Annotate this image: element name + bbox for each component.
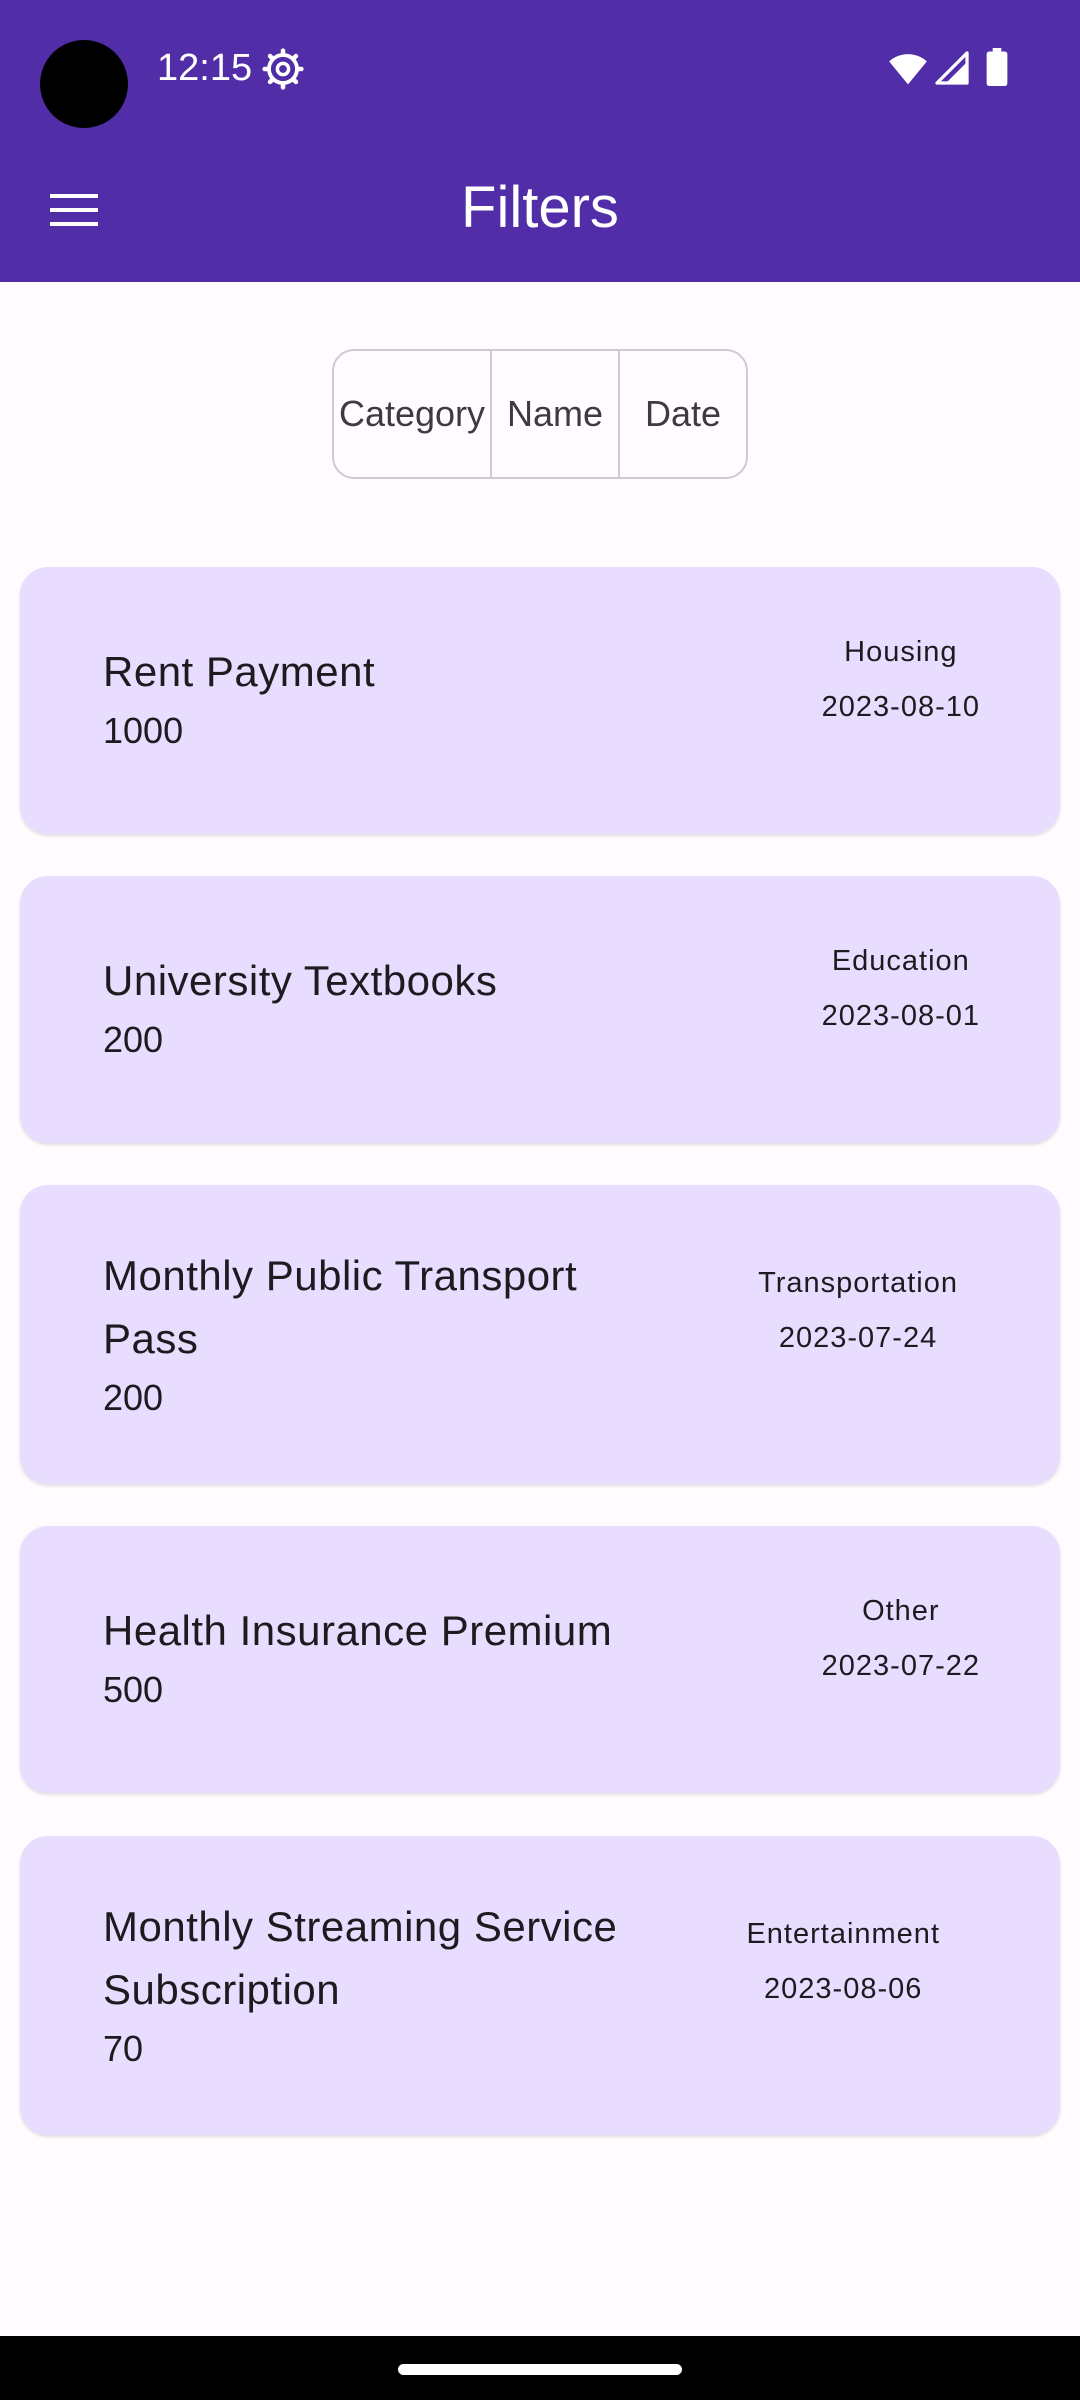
expense-category: Housing [844,636,958,668]
expense-name: Monthly Public Transport Pass [103,1252,578,1362]
expense-name: Health Insurance Premium [103,1607,613,1654]
battery-icon [986,48,1008,86]
expense-name: Monthly Streaming Service Subscription [103,1903,618,2013]
sort-segmented-control: Category Name Date [332,349,748,479]
expense-amount: 70 [103,2028,144,2069]
signal-icon [935,51,969,85]
expense-date: 2023-07-24 [778,1322,938,1354]
page-title: Filters [461,175,619,240]
expense-amount: 500 [103,1669,164,1710]
expense-date: 2023-08-10 [821,691,980,723]
status-time: 12:15 [157,47,253,89]
expense-amount: 200 [103,1377,164,1418]
expense-card[interactable]: Monthly Streaming Service Subscription 7… [20,1836,1060,2135]
expense-date: 2023-08-06 [764,1973,923,2005]
expense-meta: Transportation 2023-07-24 [758,1256,958,1366]
expense-meta: Housing 2023-08-10 [822,625,980,735]
camera-cutout [40,40,128,128]
app-bar: 12:15 Filters [0,0,1080,282]
expense-name: University Textbooks [103,957,498,1004]
gear-icon [262,48,304,90]
home-gesture-handle[interactable] [398,2364,682,2375]
sort-by-name-button[interactable]: Name [490,351,618,477]
expense-date: 2023-07-22 [821,1650,980,1682]
expense-card[interactable]: Health Insurance Premium 500 Other 2023-… [20,1526,1060,1793]
expense-category: Education [831,945,970,977]
sort-by-category-button[interactable]: Category [334,351,490,477]
wifi-icon [889,54,927,85]
expense-meta: Education 2023-08-01 [822,934,980,1044]
status-bar: 12:15 [0,0,1080,136]
sort-by-date-button[interactable]: Date [618,351,746,477]
expense-category: Other [862,1595,940,1627]
expense-meta: Other 2023-07-22 [822,1584,980,1694]
expense-card[interactable]: Monthly Public Transport Pass 200 Transp… [20,1185,1060,1484]
expense-name: Rent Payment [103,648,376,695]
expense-amount: 200 [103,1019,164,1060]
expense-date: 2023-08-01 [821,1000,980,1032]
expense-meta: Entertainment 2023-08-06 [746,1907,940,2017]
expense-amount: 1000 [103,710,184,751]
expense-card[interactable]: Rent Payment 1000 Housing 2023-08-10 [20,567,1060,834]
expense-card[interactable]: University Textbooks 200 Education 2023-… [20,876,1060,1143]
expense-category: Entertainment [746,1918,940,1950]
expense-category: Transportation [758,1267,958,1299]
